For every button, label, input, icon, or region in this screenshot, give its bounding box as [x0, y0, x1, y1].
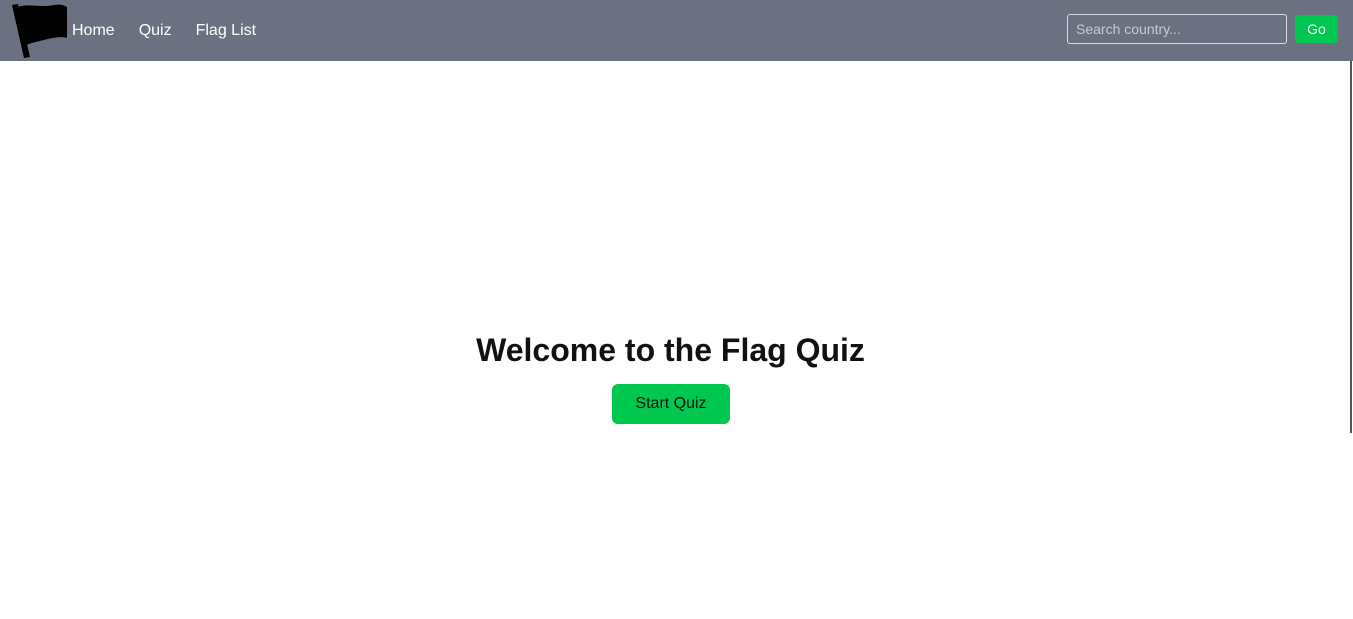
start-quiz-button[interactable]: Start Quiz [612, 384, 730, 424]
black-flag-icon[interactable] [10, 3, 70, 59]
top-navbar: Home Quiz Flag List Go [0, 0, 1353, 61]
page-title: Welcome to the Flag Quiz [476, 332, 865, 368]
nav-link-quiz[interactable]: Quiz [139, 22, 172, 40]
nav-link-flag-list[interactable]: Flag List [196, 22, 256, 40]
main-navigation: Home Quiz Flag List [72, 0, 280, 61]
flag-quiz-page: Home Quiz Flag List Go Welcome to the Fl… [0, 0, 1353, 619]
vertical-scrollbar[interactable] [1350, 61, 1352, 433]
country-search-input[interactable] [1067, 14, 1287, 44]
nav-link-home[interactable]: Home [72, 22, 115, 40]
search-go-button[interactable]: Go [1295, 15, 1338, 43]
